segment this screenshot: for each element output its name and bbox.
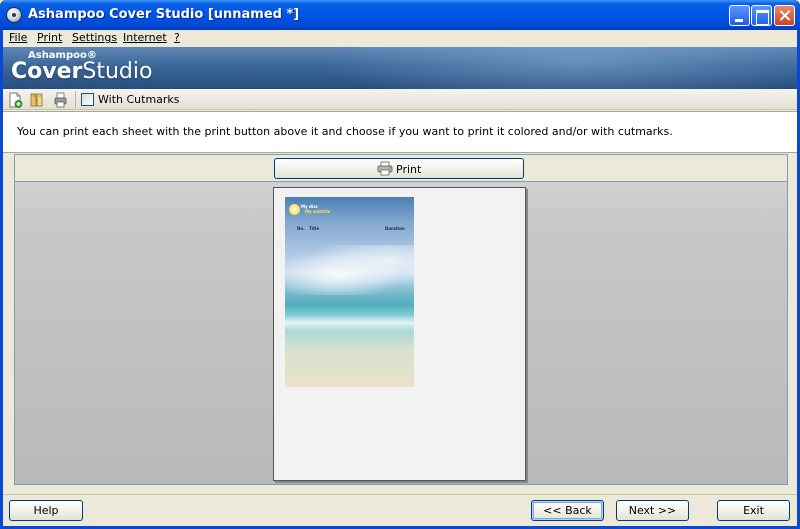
- cover-image: My disc My subtitle No. Title Duration: [285, 197, 414, 387]
- logo-suffix: Studio: [82, 59, 153, 84]
- minimize-button[interactable]: [729, 5, 750, 26]
- print-button[interactable]: Print: [274, 158, 524, 179]
- toolbar: With Cutmarks: [3, 89, 797, 110]
- menu-file[interactable]: File: [9, 31, 27, 44]
- application-window: Ashampoo Cover Studio [unnamed *] File P…: [0, 0, 800, 529]
- print-preview-icon[interactable]: [53, 92, 69, 108]
- help-button[interactable]: Help: [9, 500, 83, 521]
- cover-col-no: No.: [297, 226, 305, 231]
- print-button-label: Print: [396, 163, 422, 176]
- maximize-button[interactable]: [751, 5, 772, 26]
- toolbar-separator: [75, 91, 76, 108]
- cover-col-duration: Duration: [385, 226, 405, 231]
- sun-icon: [289, 204, 300, 215]
- print-strip: Print: [15, 155, 787, 182]
- close-button[interactable]: [774, 5, 795, 26]
- back-button[interactable]: << Back: [531, 500, 604, 521]
- next-button[interactable]: Next >>: [616, 500, 689, 521]
- menu-settings[interactable]: Settings: [72, 31, 117, 44]
- title-bar[interactable]: Ashampoo Cover Studio [unnamed *]: [0, 0, 800, 30]
- menu-internet[interactable]: Internet: [123, 31, 167, 44]
- cover-cloud: [285, 245, 414, 295]
- menu-bar: File Print Settings Internet ?: [3, 30, 797, 47]
- exit-button[interactable]: Exit: [717, 500, 790, 521]
- new-document-icon[interactable]: [7, 92, 23, 108]
- open-folder-icon[interactable]: [29, 92, 45, 108]
- menu-print[interactable]: Print: [37, 31, 62, 44]
- app-banner: Ashampoo® CoverStudio: [3, 47, 797, 89]
- cutmarks-label[interactable]: With Cutmarks: [98, 93, 180, 106]
- info-text: You can print each sheet with the print …: [17, 125, 673, 138]
- menu-help[interactable]: ?: [174, 31, 180, 44]
- info-panel: You can print each sheet with the print …: [3, 111, 797, 153]
- print-preview-area: Print My disc My subtitle No. Title Dura…: [14, 154, 788, 485]
- window-title: Ashampoo Cover Studio [unnamed *]: [28, 7, 300, 22]
- cutmarks-checkbox[interactable]: [81, 93, 94, 106]
- cover-surf: [285, 315, 414, 331]
- printer-icon: [376, 161, 394, 176]
- app-icon[interactable]: [6, 7, 22, 23]
- print-sheet: My disc My subtitle No. Title Duration: [273, 187, 526, 481]
- cover-subtitle: My subtitle: [305, 209, 331, 214]
- cover-col-title: Title: [309, 226, 320, 231]
- client-area: File Print Settings Internet ? Ashampoo®…: [3, 30, 797, 526]
- bottom-button-bar: Help << Back Next >> Exit: [3, 494, 797, 526]
- logo-prefix: Cover: [11, 59, 83, 84]
- logo-product: CoverStudio: [11, 59, 152, 84]
